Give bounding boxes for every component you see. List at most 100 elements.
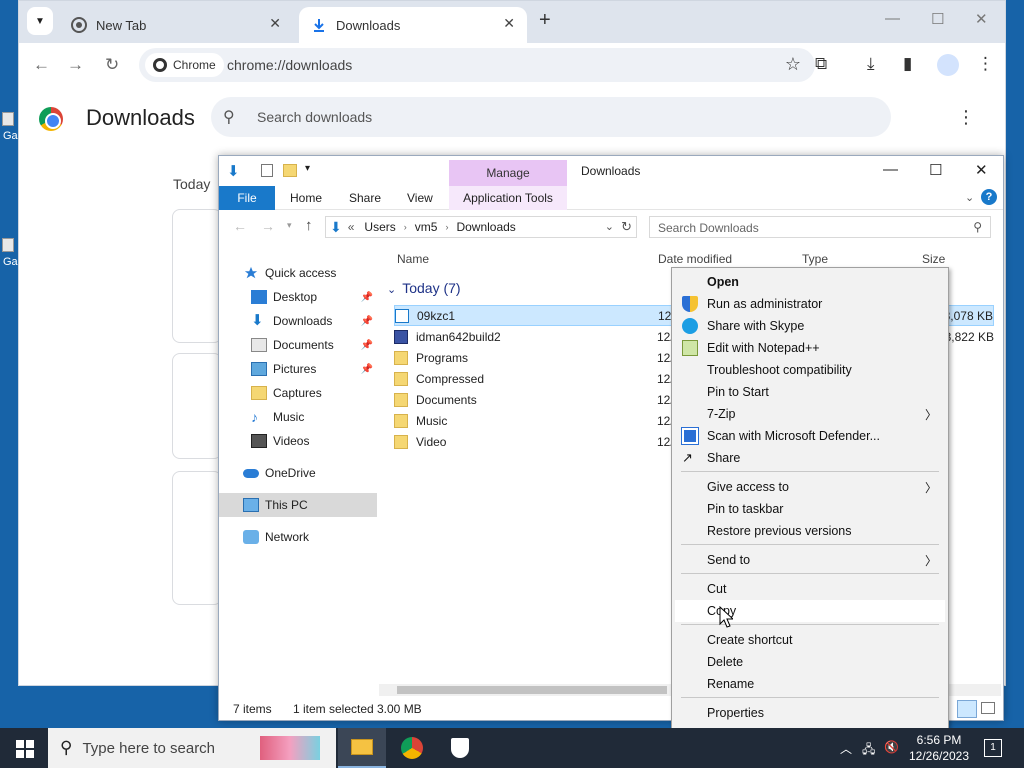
tab-application-tools[interactable]: Application Tools: [449, 186, 567, 210]
extensions-icon[interactable]: ⧉: [815, 54, 827, 74]
site-chip[interactable]: Chrome: [145, 53, 224, 77]
forward-button[interactable]: →: [67, 55, 84, 75]
menu-pin-start[interactable]: Pin to Start: [675, 381, 945, 403]
minimize-button[interactable]: —: [885, 10, 900, 27]
menu-send-to[interactable]: Send to 〉: [675, 549, 945, 571]
menu-restore-versions[interactable]: Restore previous versions: [675, 520, 945, 542]
chevron-down-icon[interactable]: ⌄: [965, 191, 974, 204]
chrome-taskbar-icon[interactable]: [388, 728, 436, 768]
download-card[interactable]: [172, 209, 222, 343]
menu-properties[interactable]: Properties: [675, 702, 945, 724]
more-actions-icon[interactable]: ⋮: [957, 107, 975, 128]
tab-new-tab[interactable]: New Tab ✕: [59, 7, 293, 43]
network-tray-icon[interactable]: 🖧: [862, 740, 875, 761]
file-explorer-taskbar-icon[interactable]: [338, 728, 386, 768]
side-panel-icon[interactable]: ▮: [903, 54, 912, 74]
manage-tab[interactable]: Manage: [449, 160, 567, 186]
chevron-down-icon[interactable]: ⌄: [605, 220, 614, 233]
refresh-icon[interactable]: ↻: [621, 219, 632, 235]
chevron-right-icon[interactable]: ›: [445, 222, 448, 232]
properties-icon[interactable]: [261, 164, 273, 177]
maximize-button[interactable]: ☐: [929, 161, 942, 179]
tab-downloads[interactable]: Downloads ✕: [299, 7, 527, 43]
chevron-right-icon[interactable]: ›: [404, 222, 407, 232]
download-card[interactable]: [172, 471, 222, 605]
menu-give-access[interactable]: Give access to 〉: [675, 476, 945, 498]
new-tab-button[interactable]: +: [539, 9, 551, 32]
more-menu-icon[interactable]: ⋮: [977, 54, 994, 74]
menu-copy[interactable]: Copy: [675, 600, 945, 622]
tab-home[interactable]: Home: [290, 186, 322, 210]
nav-pictures[interactable]: Pictures 📌: [219, 357, 377, 381]
menu-share[interactable]: ↗ Share: [675, 447, 945, 469]
menu-troubleshoot[interactable]: Troubleshoot compatibility: [675, 359, 945, 381]
group-header[interactable]: ⌄ Today (7): [387, 280, 461, 296]
notification-icon[interactable]: 1: [984, 739, 1002, 757]
nav-music[interactable]: ♪ Music: [219, 405, 377, 429]
menu-scan-defender[interactable]: Scan with Microsoft Defender...: [675, 425, 945, 447]
large-icons-view-icon[interactable]: [981, 702, 995, 714]
column-size[interactable]: Size: [922, 252, 945, 266]
download-card[interactable]: [172, 353, 222, 459]
menu-delete[interactable]: Delete: [675, 651, 945, 673]
details-view-icon[interactable]: [957, 700, 977, 718]
close-tab-icon[interactable]: ✕: [269, 15, 281, 32]
desktop-icon[interactable]: Ga: [0, 238, 18, 278]
column-type[interactable]: Type: [802, 252, 828, 266]
nav-this-pc[interactable]: This PC: [219, 493, 377, 517]
windows-start-icon[interactable]: [16, 740, 34, 758]
close-button[interactable]: ✕: [975, 161, 988, 179]
back-arrow-icon[interactable]: ←: [233, 218, 247, 234]
downloads-search-input[interactable]: ⚲ Search downloads: [211, 97, 891, 137]
security-taskbar-icon[interactable]: [436, 728, 484, 768]
address-box[interactable]: ⬇ « Users › vm5 › Downloads ⌄ ↻: [325, 216, 637, 238]
forward-arrow-icon[interactable]: →: [261, 218, 275, 234]
volume-muted-icon[interactable]: 🔇: [884, 740, 899, 754]
help-icon[interactable]: ?: [981, 189, 997, 205]
nav-onedrive[interactable]: OneDrive: [219, 461, 377, 485]
nav-captures[interactable]: Captures: [219, 381, 377, 405]
chevron-up-icon[interactable]: ︿: [840, 740, 852, 757]
nav-quick-access[interactable]: Quick access: [219, 261, 377, 285]
new-folder-icon[interactable]: [283, 164, 297, 177]
tab-search-button[interactable]: ▼: [27, 7, 53, 35]
menu-pin-taskbar[interactable]: Pin to taskbar: [675, 498, 945, 520]
menu-cut[interactable]: Cut: [675, 578, 945, 600]
up-arrow-icon[interactable]: ↑: [305, 217, 313, 234]
recent-locations-icon[interactable]: ▾: [287, 220, 292, 231]
column-name[interactable]: Name: [397, 252, 429, 266]
address-bar[interactable]: Chrome chrome://downloads ☆: [139, 48, 815, 82]
overflow-chevron[interactable]: «: [348, 220, 355, 234]
taskbar-search-input[interactable]: ⚲ Type here to search: [48, 728, 336, 768]
breadcrumb-vm5[interactable]: vm5: [415, 220, 438, 234]
nav-downloads[interactable]: ⬇ Downloads 📌: [219, 309, 377, 333]
menu-create-shortcut[interactable]: Create shortcut: [675, 629, 945, 651]
tab-file[interactable]: File: [219, 186, 275, 210]
download-toolbar-icon[interactable]: ⤓: [867, 54, 875, 74]
menu-edit-notepad[interactable]: Edit with Notepad++: [675, 337, 945, 359]
back-button[interactable]: ←: [33, 55, 50, 75]
scrollbar-thumb[interactable]: [397, 686, 667, 694]
nav-network[interactable]: Network: [219, 525, 377, 549]
profile-avatar[interactable]: [937, 54, 959, 76]
bookmark-star-icon[interactable]: ☆: [785, 54, 801, 75]
minimize-button[interactable]: —: [883, 161, 898, 178]
menu-share-skype[interactable]: Share with Skype: [675, 315, 945, 337]
close-window-button[interactable]: ✕: [975, 10, 988, 28]
menu-open[interactable]: Open: [675, 271, 945, 293]
desktop-icon[interactable]: Ga: [0, 112, 18, 152]
menu-7zip[interactable]: 7-Zip 〉: [675, 403, 945, 425]
column-date-modified[interactable]: Date modified: [658, 252, 732, 266]
nav-documents[interactable]: Documents 📌: [219, 333, 377, 357]
clock[interactable]: 6:56 PM 12/26/2023: [906, 732, 972, 764]
tab-share[interactable]: Share: [349, 186, 381, 210]
close-tab-icon[interactable]: ✕: [503, 15, 515, 32]
tab-view[interactable]: View: [407, 186, 433, 210]
search-input[interactable]: Search Downloads ⚲: [649, 216, 991, 238]
breadcrumb-users[interactable]: Users: [364, 220, 395, 234]
reload-button[interactable]: ↻: [105, 55, 119, 75]
menu-rename[interactable]: Rename: [675, 673, 945, 695]
quick-access-dropdown-icon[interactable]: ▾: [305, 163, 310, 174]
nav-videos[interactable]: Videos: [219, 429, 377, 453]
maximize-button[interactable]: ☐: [931, 10, 944, 28]
